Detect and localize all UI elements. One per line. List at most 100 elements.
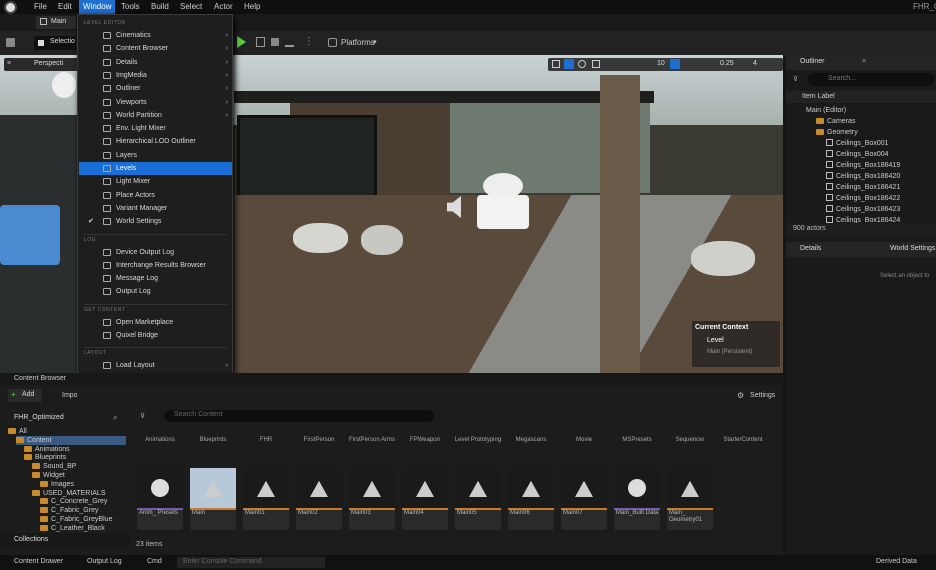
folder-tree-item[interactable]: Sound_BP [32,462,76,471]
collections-bar[interactable]: Collections [0,533,130,547]
asset-tile[interactable]: Main_Built Data [614,468,660,530]
menu-actor[interactable]: Actor [214,2,233,11]
save-icon[interactable] [6,38,15,47]
menu-item-env-light-mixer[interactable]: Env. Light Mixer [79,122,232,135]
outliner-row[interactable]: Cameras [816,116,855,127]
menu-item-world-partition[interactable]: World Partition › [79,109,232,122]
asset-tile[interactable]: Main07 [561,468,607,530]
menu-item-output-log[interactable]: Output Log [79,285,232,298]
root-folder[interactable]: FHR_Optimized [14,414,64,421]
settings-button[interactable]: Settings [750,392,775,399]
outliner-search-input[interactable]: Search... [808,73,934,86]
menu-item-content-browser[interactable]: Content Browser › [79,42,232,55]
outliner-row[interactable]: Main (Editor) [806,105,846,116]
content-search-input[interactable]: Search Content [164,410,434,422]
menu-item-load-layout[interactable]: Load Layout › [79,359,232,372]
add-button[interactable]: + Add [8,389,42,402]
folder-tree-item[interactable]: C_Concrete_Grey [40,497,107,506]
select-tool-icon[interactable] [552,60,560,68]
content-folder[interactable]: Animations [134,437,186,444]
menu-item-interchange-results-browser[interactable]: Interchange Results Browser [79,259,232,272]
selection-mode-button[interactable]: Selectio [34,36,76,50]
menu-item-quixel-bridge[interactable]: Quixel Bridge [79,329,232,342]
content-folder[interactable]: FPWeapon [399,437,451,444]
menu-tools[interactable]: Tools [121,2,140,11]
content-folder[interactable]: Megascans [505,437,557,444]
asset-tile[interactable]: Main03 [349,468,395,530]
menu-item-open-marketplace[interactable]: Open Marketplace [79,316,232,329]
folder-tree-item[interactable]: Animations [24,445,70,454]
folder-tree-item[interactable]: All [8,427,27,436]
content-folder[interactable]: Sequencer [664,437,716,444]
gear-icon[interactable]: ⚙ [737,391,744,400]
unreal-logo-icon[interactable] [4,1,17,14]
eject-icon[interactable] [285,37,294,47]
filter-icon[interactable]: ⊽ [140,412,145,420]
menu-item-outliner[interactable]: Outliner › [79,82,232,95]
camera-speed-value[interactable]: 4 [753,60,757,67]
menu-item-imgmedia[interactable]: ImgMedia › [79,69,232,82]
perspective-button[interactable]: ≡ Perspecti [4,58,84,71]
menu-item-details[interactable]: Details › [79,56,232,69]
outliner-header[interactable]: Item Label [786,91,936,103]
search-icon[interactable]: ⌕ [113,413,117,423]
content-folder[interactable]: StarterContent [717,437,769,444]
outliner-row[interactable]: Ceilings_Box004 [826,149,889,160]
menu-item-viewports[interactable]: Viewports › [79,96,232,109]
outliner-row[interactable]: Ceilings_Box001 [826,138,889,149]
menu-item-hierarchical-lod-outliner[interactable]: Hierarchical LOD Outliner [79,135,232,148]
menu-item-cinematics[interactable]: Cinematics › [79,29,232,42]
folder-tree-item[interactable]: C_Leather_Black [40,524,105,533]
content-folder[interactable]: FHR [240,437,292,444]
filter-icon[interactable]: ⊽ [793,75,798,83]
asset-tile[interactable]: Main [190,468,236,530]
menu-build[interactable]: Build [151,2,169,11]
cmd-dropdown[interactable]: Cmd [147,558,162,565]
menu-item-light-mixer[interactable]: Light Mixer [79,175,232,188]
content-folder[interactable]: MSPresets [611,437,663,444]
asset-tile[interactable]: Anim_ Presets [137,468,183,530]
translate-tool-icon[interactable] [564,59,574,69]
content-folder[interactable]: Blueprints [187,437,239,444]
rotate-tool-icon[interactable] [578,60,586,68]
folder-tree-item[interactable]: C_Fabric_GreyBlue [40,515,112,524]
close-icon[interactable]: × [862,58,866,65]
menu-file[interactable]: File [34,2,47,11]
menu-item-levels[interactable]: Levels [79,162,232,175]
folder-tree-item[interactable]: Images [40,480,74,489]
asset-tile[interactable]: Main06 [508,468,554,530]
menu-item-world-settings[interactable]: World Settings ✔ [79,215,232,228]
menu-item-place-actors[interactable]: Place Actors [79,189,232,202]
outliner-row[interactable]: Ceilings_Box186422 [826,193,900,204]
advance-frame-icon[interactable] [256,37,265,47]
menu-select[interactable]: Select [180,2,202,11]
stop-icon[interactable] [271,38,279,46]
grid-snap-value[interactable]: 10 [657,60,665,67]
asset-tile[interactable]: Main01 [243,468,289,530]
content-folder[interactable]: FirstPerson Arms [346,437,398,444]
folder-tree-item[interactable]: Widget [32,471,65,480]
play-icon[interactable] [237,36,246,48]
more-options-icon[interactable]: ⋮ [304,36,314,47]
asset-tile[interactable]: Main02 [296,468,342,530]
menu-window[interactable]: Window [79,0,116,14]
outliner-row[interactable]: Ceilings_Box186423 [826,204,900,215]
derived-data-button[interactable]: Derived Data [876,558,917,565]
outliner-row[interactable]: Ceilings_Box186420 [826,171,900,182]
output-log-button[interactable]: Output Log [87,558,122,565]
level-tab[interactable]: Main [36,16,76,29]
menu-help[interactable]: Help [244,2,260,11]
outliner-tab[interactable]: Outliner × [786,55,936,70]
content-folder[interactable]: Movie [558,437,610,444]
menu-item-variant-manager[interactable]: Variant Manager [79,202,232,215]
menu-item-message-log[interactable]: Message Log [79,272,232,285]
content-folder[interactable]: FirstPerson [293,437,345,444]
menu-edit[interactable]: Edit [58,2,72,11]
menu-item-layers[interactable]: Layers [79,149,232,162]
content-folder[interactable]: Level Prototyping [452,437,504,444]
content-drawer-button[interactable]: Content Drawer [14,558,63,565]
scale-tool-icon[interactable] [592,60,600,68]
outliner-row[interactable]: Geometry [816,127,858,138]
outliner-row[interactable]: Ceilings_Box186421 [826,182,900,193]
details-tab[interactable]: Details [800,245,821,252]
